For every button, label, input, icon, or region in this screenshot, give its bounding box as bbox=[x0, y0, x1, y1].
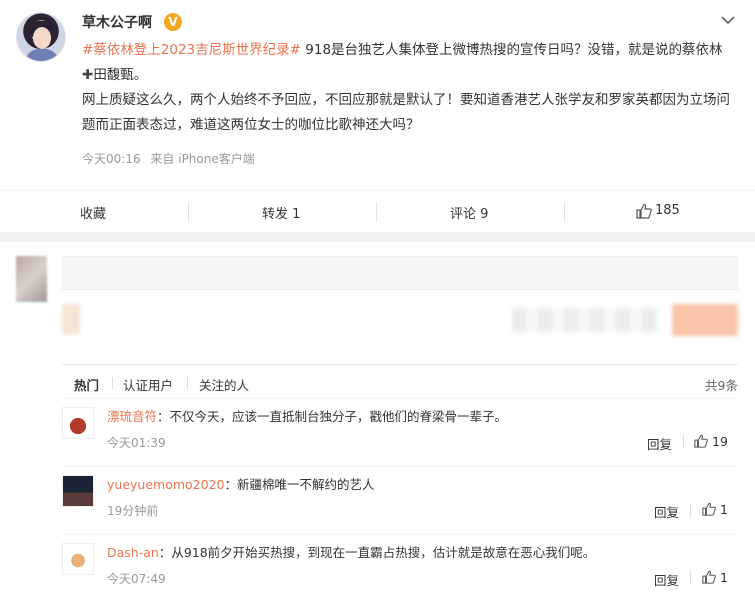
comment-time: 今天07:49 bbox=[107, 572, 166, 586]
commenter-name[interactable]: Dash-an bbox=[107, 545, 159, 560]
post-source: 来自 iPhone客户端 bbox=[150, 152, 255, 166]
comment-item: yueyuemomo2020：新疆棉唯一不解约的艺人 19分钟前 回复 1 bbox=[62, 466, 738, 534]
commenter-avatar[interactable] bbox=[62, 543, 94, 575]
post-text-3: 网上质疑这么久，两个人始终不予回应，不回应那就是默认了！要知道香港艺人张学友和罗… bbox=[82, 92, 730, 133]
post-content: #蔡依林登上2023吉尼斯世界纪录# 918是台独艺人集体登上微博热搜的宣传日吗… bbox=[82, 38, 732, 138]
comment-like-count[interactable]: 1 bbox=[720, 502, 728, 517]
comment-total: 共9条 bbox=[705, 378, 738, 393]
thumb-up-icon[interactable] bbox=[694, 434, 708, 448]
comment-action-divider bbox=[690, 503, 691, 517]
comment-like-count[interactable]: 19 bbox=[712, 434, 728, 449]
commenter-name[interactable]: 漂琉音符 bbox=[107, 409, 157, 424]
thumb-up-icon[interactable] bbox=[702, 502, 716, 516]
post-text-2: 田馥甄。 bbox=[93, 67, 148, 83]
action-divider bbox=[376, 202, 377, 222]
reply-button[interactable]: 回复 bbox=[654, 570, 679, 589]
comment-time: 19分钟前 bbox=[107, 504, 159, 518]
action-divider bbox=[564, 202, 565, 222]
tab-verified[interactable]: 认证用户 bbox=[123, 375, 173, 394]
section-separator bbox=[0, 232, 755, 242]
comment-action-divider bbox=[690, 571, 691, 585]
comment-text: Dash-an：从918前夕开始买热搜，到现在一直霸占热搜，估计就是故意在恶心我… bbox=[107, 542, 595, 561]
tab-hot[interactable]: 热门 bbox=[74, 375, 99, 394]
comment-like-count[interactable]: 1 bbox=[720, 570, 728, 585]
comment-button[interactable]: 评论 9 bbox=[450, 203, 488, 222]
comment-item: Dash-an：从918前夕开始买热搜，到现在一直霸占热搜，估计就是故意在恶心我… bbox=[62, 534, 738, 602]
blurred-emoji-button[interactable] bbox=[62, 304, 80, 334]
comment-input[interactable] bbox=[62, 256, 738, 290]
thumb-up-icon[interactable] bbox=[702, 570, 716, 584]
blurred-options bbox=[512, 308, 658, 332]
comment-filter-tabs: 热门 认证用户 关注的人 共9条 bbox=[62, 364, 738, 398]
cross-emoji-icon: ✚ bbox=[82, 67, 94, 83]
post-meta: 今天00:16 来自 iPhone客户端 bbox=[82, 150, 255, 167]
post-action-bar: 收藏 转发 1 评论 9 185 bbox=[0, 190, 755, 232]
author-avatar[interactable] bbox=[16, 12, 66, 62]
comment-content: ：不仅今天，应该一直抵制台独分子，戳他们的脊梁骨一辈子。 bbox=[157, 409, 508, 424]
comment-time: 今天01:39 bbox=[107, 436, 166, 450]
action-divider bbox=[188, 202, 189, 222]
comment-content: ：从918前夕开始买热搜，到现在一直霸占热搜，估计就是故意在恶心我们呢。 bbox=[158, 545, 596, 560]
like-count[interactable]: 185 bbox=[655, 203, 680, 218]
comment-item: 漂琉音符：不仅今天，应该一直抵制台独分子，戳他们的脊梁骨一辈子。 今天01:39… bbox=[62, 398, 738, 466]
weibo-post-card: 草木公子啊 V #蔡依林登上2023吉尼斯世界纪录# 918是台独艺人集体登上微… bbox=[0, 0, 755, 602]
post-text-1: 918是台独艺人集体登上微博热搜的宣传日吗？没错，就是说的蔡依林 bbox=[300, 42, 723, 58]
blurred-submit-button[interactable] bbox=[672, 304, 738, 336]
comment-action-divider bbox=[683, 435, 684, 449]
comment-content: ：新疆棉唯一不解约的艺人 bbox=[224, 477, 375, 492]
comment-text: 漂琉音符：不仅今天，应该一直抵制台独分子，戳他们的脊梁骨一辈子。 bbox=[107, 406, 507, 425]
commenter-avatar[interactable] bbox=[62, 475, 94, 507]
commenter-avatar[interactable] bbox=[62, 407, 94, 439]
blurred-user-avatar bbox=[16, 256, 47, 302]
tab-divider bbox=[112, 377, 113, 389]
reply-button[interactable]: 回复 bbox=[654, 502, 679, 521]
chevron-down-icon[interactable] bbox=[719, 11, 737, 29]
favorite-button[interactable]: 收藏 bbox=[80, 203, 106, 222]
tab-divider bbox=[187, 377, 188, 389]
comment-text: yueyuemomo2020：新疆棉唯一不解约的艺人 bbox=[107, 474, 375, 493]
commenter-name[interactable]: yueyuemomo2020 bbox=[107, 477, 224, 492]
topic-tag-link[interactable]: #蔡依林登上2023吉尼斯世界纪录# bbox=[82, 42, 301, 58]
thumb-up-icon[interactable] bbox=[636, 203, 652, 219]
verified-badge-icon: V bbox=[164, 13, 182, 31]
tab-following[interactable]: 关注的人 bbox=[199, 375, 249, 394]
author-name[interactable]: 草木公子啊 bbox=[82, 12, 152, 32]
reply-button[interactable]: 回复 bbox=[647, 434, 672, 453]
repost-button[interactable]: 转发 1 bbox=[262, 203, 300, 222]
post-time[interactable]: 今天00:16 bbox=[82, 152, 141, 166]
